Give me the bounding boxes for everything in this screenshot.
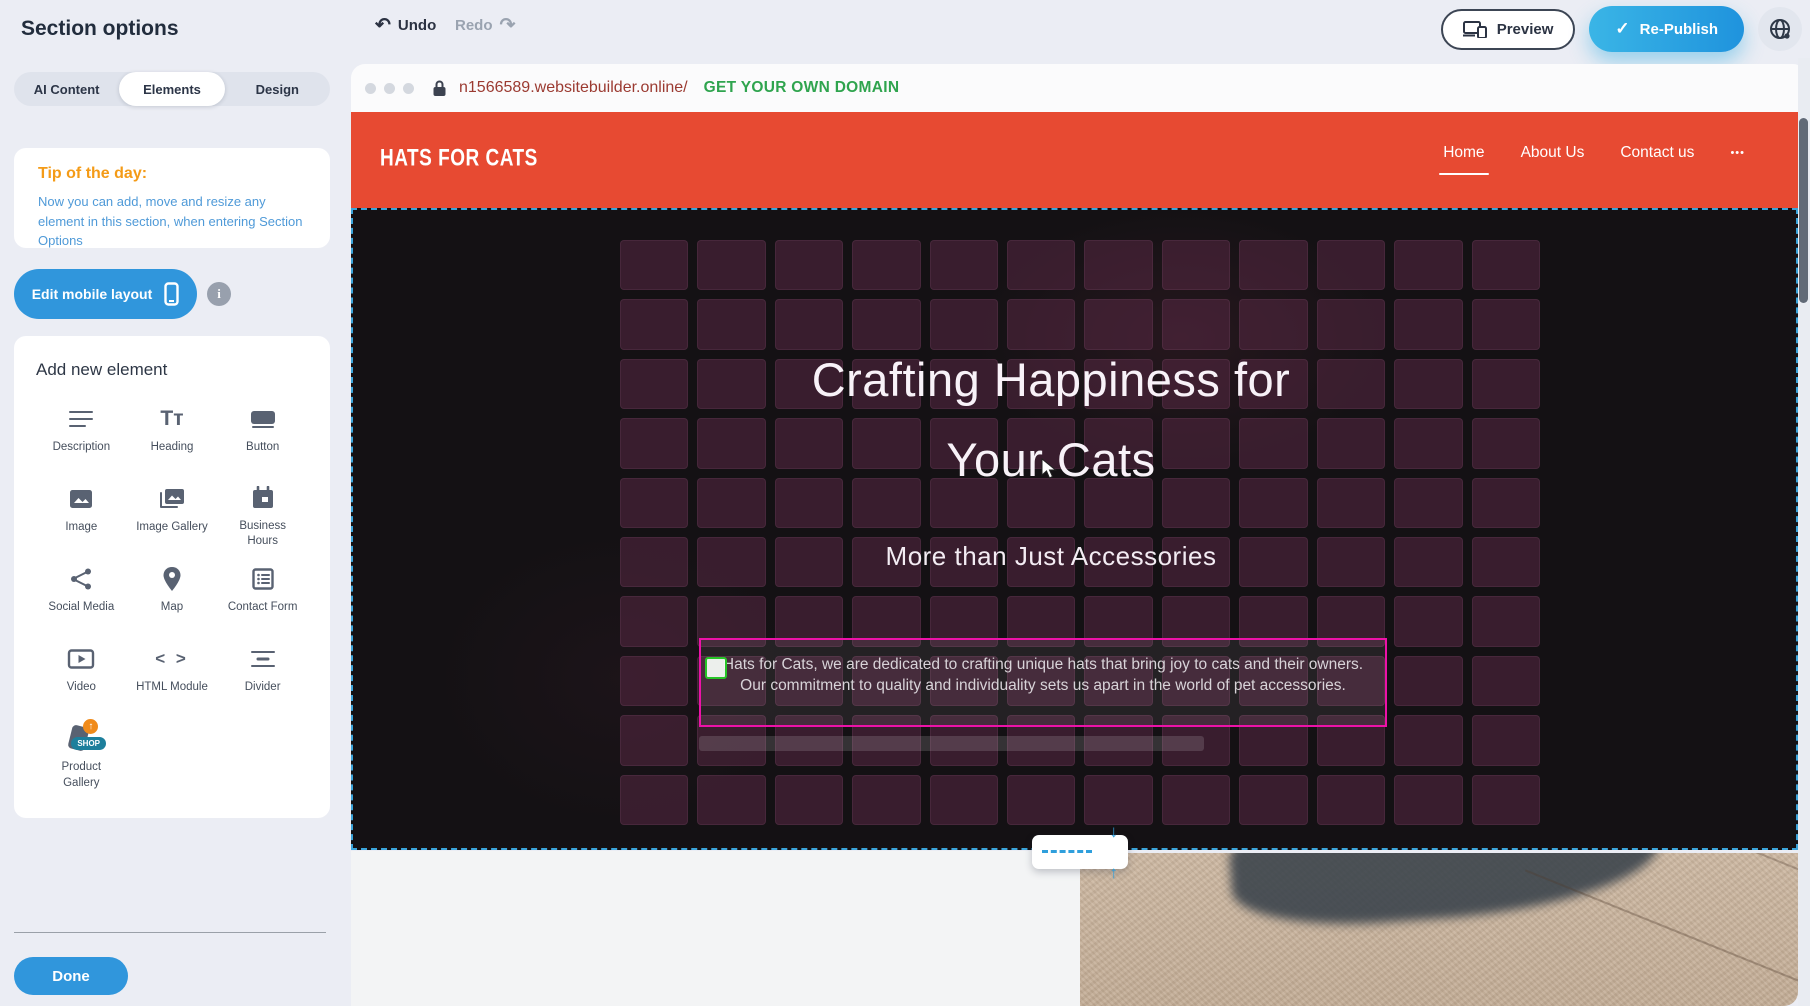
hero-description-text[interactable]: Hats for Cats, we are dedicated to craft… [713, 654, 1373, 696]
preview-button[interactable]: Preview [1441, 9, 1576, 50]
element-business-hours[interactable]: Business Hours [217, 470, 308, 550]
lock-icon [432, 79, 447, 97]
tip-of-the-day-card: Tip of the day: Now you can add, move an… [14, 148, 330, 248]
element-drag-handle[interactable] [705, 657, 727, 679]
section-resize-handle[interactable]: ↓↑ [1032, 835, 1128, 869]
element-product-gallery[interactable]: ↑ SHOP Product Gallery [36, 710, 127, 790]
element-grid: Description Tт Heading Button Ima [36, 390, 308, 790]
redo-button[interactable]: Redo ↷ [455, 16, 515, 35]
element-button[interactable]: Button [217, 390, 308, 470]
nav-home[interactable]: Home [1443, 144, 1484, 162]
resize-arrows-icon: ↓↑ [1110, 823, 1119, 881]
selected-description-element[interactable]: Hats for Cats, we are dedicated to craft… [699, 638, 1387, 727]
drop-indicator [699, 736, 1204, 751]
element-image-gallery[interactable]: Image Gallery [127, 470, 218, 550]
element-description[interactable]: Description [36, 390, 127, 470]
redo-icon: ↷ [500, 16, 516, 35]
hero-section[interactable]: Crafting Happiness for Your Cats More th… [351, 208, 1798, 850]
language-globe-button[interactable] [1758, 7, 1802, 51]
browser-chrome: n1566589.websitebuilder.online/ GET YOUR… [351, 64, 1807, 112]
site-logo: HATS FOR CATS [380, 145, 538, 173]
form-icon [251, 564, 275, 594]
add-element-title: Add new element [36, 360, 308, 380]
element-image[interactable]: Image [36, 470, 127, 550]
sidebar: AI Content Elements Design Tip of the da… [0, 58, 345, 1006]
nav-about-us[interactable]: About Us [1521, 144, 1585, 162]
check-icon: ✓ [1615, 19, 1629, 39]
globe-icon [1769, 18, 1791, 40]
image-icon [68, 484, 94, 514]
hero-heading-line1[interactable]: Crafting Happiness for [351, 340, 1751, 420]
devices-icon [1463, 20, 1487, 38]
tab-ai-content[interactable]: AI Content [14, 72, 119, 106]
element-divider[interactable]: Divider [217, 630, 308, 710]
element-html-module[interactable]: < > HTML Module [127, 630, 218, 710]
element-video[interactable]: Video [36, 630, 127, 710]
scrollbar-thumb[interactable] [1799, 118, 1808, 303]
tab-elements[interactable]: Elements [119, 72, 224, 106]
undo-button[interactable]: ↶ Undo [375, 16, 436, 35]
image-gallery-icon [158, 484, 186, 514]
done-button[interactable]: Done [14, 957, 128, 995]
heading-icon: Tт [160, 404, 183, 434]
topbar-actions: Preview ✓ Re-Publish [1441, 0, 1802, 58]
nav-more-icon[interactable]: ••• [1730, 147, 1745, 159]
upgrade-badge-icon: ↑ [83, 719, 98, 734]
undo-icon: ↶ [375, 16, 391, 35]
sidebar-tabs: AI Content Elements Design [14, 72, 330, 106]
video-icon [67, 644, 95, 674]
element-social-media[interactable]: Social Media [36, 550, 127, 630]
code-icon: < > [155, 644, 189, 674]
next-section-background[interactable] [351, 851, 1080, 1006]
get-domain-link[interactable]: GET YOUR OWN DOMAIN [704, 79, 900, 97]
nav-contact-us[interactable]: Contact us [1620, 144, 1694, 162]
info-icon[interactable]: i [207, 282, 231, 306]
page-title: Section options [21, 17, 179, 41]
phone-icon [164, 282, 179, 306]
element-contact-form[interactable]: Contact Form [217, 550, 308, 630]
site-nav: Home About Us Contact us ••• [1443, 144, 1745, 162]
add-element-panel: Add new element Description Tт Heading [14, 336, 330, 818]
map-pin-icon [162, 564, 182, 594]
tip-title: Tip of the day: [38, 165, 306, 183]
resize-dash-icon [1042, 850, 1092, 853]
hero-heading-line2[interactable]: Your Cats [351, 420, 1751, 500]
address-bar-url[interactable]: n1566589.websitebuilder.online/ [459, 79, 688, 97]
tip-body: Now you can add, move and resize any ele… [38, 192, 306, 251]
republish-button[interactable]: ✓ Re-Publish [1589, 6, 1744, 52]
divider-icon [250, 644, 276, 674]
shop-badge: SHOP [71, 737, 106, 750]
button-icon [249, 404, 277, 434]
hero-subheading[interactable]: More than Just Accessories [351, 541, 1751, 572]
sidebar-divider [14, 932, 326, 933]
description-icon [68, 404, 94, 434]
calendar-icon [251, 484, 275, 513]
site-header: HATS FOR CATS Home About Us Contact us •… [351, 112, 1807, 208]
tab-design[interactable]: Design [225, 72, 330, 106]
share-icon [69, 564, 93, 594]
edit-mobile-layout-button[interactable]: Edit mobile layout [14, 269, 197, 319]
window-dots-icon [365, 83, 414, 94]
topbar: Section options ↶ Undo Redo ↷ Preview [0, 0, 1810, 58]
next-section-image[interactable] [1080, 853, 1798, 1006]
element-map[interactable]: Map [127, 550, 218, 630]
app: Section options ↶ Undo Redo ↷ Preview [0, 0, 1810, 1006]
element-heading[interactable]: Tт Heading [127, 390, 218, 470]
product-gallery-icon: ↑ SHOP [64, 724, 98, 754]
